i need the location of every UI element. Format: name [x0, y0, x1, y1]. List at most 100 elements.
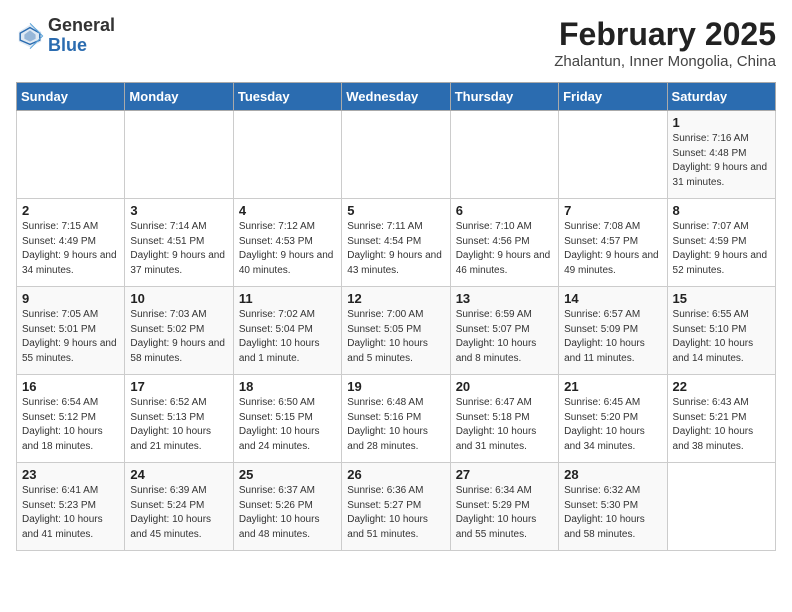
- calendar-cell: 26Sunrise: 6:36 AM Sunset: 5:27 PM Dayli…: [342, 463, 450, 551]
- day-number: 2: [22, 203, 119, 218]
- day-info: Sunrise: 6:32 AM Sunset: 5:30 PM Dayligh…: [564, 484, 661, 542]
- calendar-cell: 5Sunrise: 7:11 AM Sunset: 4:54 PM Daylig…: [342, 199, 450, 287]
- calendar-cell: 11 Sunrise: 7:02 AM Sunset: 5:04 PM Dayli…: [233, 287, 341, 375]
- weekday-header-thursday: Thursday: [450, 83, 558, 111]
- calendar-cell: 14 Sunrise: 6:57 AM Sunset: 5:09 PM Dayli…: [559, 287, 667, 375]
- logo: General Blue: [16, 16, 115, 56]
- calendar-cell: 16 Sunrise: 6:54 AM Sunset: 5:12 PM Dayli…: [17, 375, 125, 463]
- day-number: 7: [564, 203, 661, 218]
- calendar-cell: [125, 111, 233, 199]
- day-number: 21: [564, 379, 661, 394]
- day-info: Sunrise: 7:12 AM Sunset: 4:53 PM Dayligh…: [239, 220, 336, 278]
- day-info: Sunrise: 6:39 AM Sunset: 5:24 PM Dayligh…: [130, 484, 227, 542]
- logo-icon: [16, 22, 44, 50]
- calendar-cell: 1 Sunrise: 7:16 AM Sunset: 4:48 PM Daylig…: [667, 111, 775, 199]
- title-block: February 2025 Zhalantun, Inner Mongolia,…: [554, 16, 776, 70]
- day-number: 10: [130, 291, 227, 306]
- day-number: 16: [22, 379, 119, 394]
- calendar-cell: [667, 463, 775, 551]
- day-number: 22: [673, 379, 770, 394]
- day-number: 20: [456, 379, 553, 394]
- calendar-cell: 20 Sunrise: 6:47 AM Sunset: 5:18 PM Dayli…: [450, 375, 558, 463]
- day-number: 24: [130, 467, 227, 482]
- calendar-subtitle: Zhalantun, Inner Mongolia, China: [554, 53, 776, 70]
- day-number: 6: [456, 203, 553, 218]
- day-info: Sunrise: 6:57 AM Sunset: 5:09 PM Dayligh…: [564, 308, 661, 366]
- day-number: 23: [22, 467, 119, 482]
- day-info: Sunrise: 6:55 AM Sunset: 5:10 PM Dayligh…: [673, 308, 770, 366]
- calendar-cell: 12Sunrise: 7:00 AM Sunset: 5:05 PM Dayli…: [342, 287, 450, 375]
- calendar-cell: 2Sunrise: 7:15 AM Sunset: 4:49 PM Daylig…: [17, 199, 125, 287]
- calendar-cell: 7 Sunrise: 7:08 AM Sunset: 4:57 PM Daylig…: [559, 199, 667, 287]
- calendar-cell: [450, 111, 558, 199]
- calendar-cell: 13Sunrise: 6:59 AM Sunset: 5:07 PM Dayli…: [450, 287, 558, 375]
- weekday-header-sunday: Sunday: [17, 83, 125, 111]
- day-info: Sunrise: 6:45 AM Sunset: 5:20 PM Dayligh…: [564, 396, 661, 454]
- day-info: Sunrise: 6:59 AM Sunset: 5:07 PM Dayligh…: [456, 308, 553, 366]
- calendar-cell: [17, 111, 125, 199]
- day-number: 18: [239, 379, 336, 394]
- calendar-cell: 27 Sunrise: 6:34 AM Sunset: 5:29 PM Dayli…: [450, 463, 558, 551]
- day-number: 5: [347, 203, 444, 218]
- day-number: 3: [130, 203, 227, 218]
- day-info: Sunrise: 7:02 AM Sunset: 5:04 PM Dayligh…: [239, 308, 336, 366]
- day-info: Sunrise: 6:34 AM Sunset: 5:29 PM Dayligh…: [456, 484, 553, 542]
- day-info: Sunrise: 7:07 AM Sunset: 4:59 PM Dayligh…: [673, 220, 770, 278]
- day-info: Sunrise: 7:05 AM Sunset: 5:01 PM Dayligh…: [22, 308, 119, 366]
- calendar-cell: 9Sunrise: 7:05 AM Sunset: 5:01 PM Daylig…: [17, 287, 125, 375]
- day-number: 8: [673, 203, 770, 218]
- calendar-cell: 15 Sunrise: 6:55 AM Sunset: 5:10 PM Dayli…: [667, 287, 775, 375]
- day-info: Sunrise: 6:54 AM Sunset: 5:12 PM Dayligh…: [22, 396, 119, 454]
- weekday-header-tuesday: Tuesday: [233, 83, 341, 111]
- calendar-cell: [233, 111, 341, 199]
- day-info: Sunrise: 7:14 AM Sunset: 4:51 PM Dayligh…: [130, 220, 227, 278]
- calendar-cell: 22 Sunrise: 6:43 AM Sunset: 5:21 PM Dayli…: [667, 375, 775, 463]
- calendar-cell: 28 Sunrise: 6:32 AM Sunset: 5:30 PM Dayli…: [559, 463, 667, 551]
- calendar-cell: [342, 111, 450, 199]
- day-info: Sunrise: 6:41 AM Sunset: 5:23 PM Dayligh…: [22, 484, 119, 542]
- day-info: Sunrise: 7:03 AM Sunset: 5:02 PM Dayligh…: [130, 308, 227, 366]
- calendar-body: 1 Sunrise: 7:16 AM Sunset: 4:48 PM Daylig…: [17, 111, 776, 551]
- page-header: General Blue February 2025 Zhalantun, In…: [16, 16, 776, 70]
- calendar-week-row: 23 Sunrise: 6:41 AM Sunset: 5:23 PM Dayli…: [17, 463, 776, 551]
- day-number: 25: [239, 467, 336, 482]
- day-info: Sunrise: 7:00 AM Sunset: 5:05 PM Dayligh…: [347, 308, 444, 366]
- calendar-week-row: 16 Sunrise: 6:54 AM Sunset: 5:12 PM Dayli…: [17, 375, 776, 463]
- day-info: Sunrise: 6:47 AM Sunset: 5:18 PM Dayligh…: [456, 396, 553, 454]
- weekday-header-wednesday: Wednesday: [342, 83, 450, 111]
- day-info: Sunrise: 7:08 AM Sunset: 4:57 PM Dayligh…: [564, 220, 661, 278]
- day-number: 17: [130, 379, 227, 394]
- weekday-header-saturday: Saturday: [667, 83, 775, 111]
- calendar-cell: 19 Sunrise: 6:48 AM Sunset: 5:16 PM Dayli…: [342, 375, 450, 463]
- day-number: 28: [564, 467, 661, 482]
- calendar-title: February 2025: [554, 16, 776, 53]
- day-info: Sunrise: 6:43 AM Sunset: 5:21 PM Dayligh…: [673, 396, 770, 454]
- day-info: Sunrise: 6:37 AM Sunset: 5:26 PM Dayligh…: [239, 484, 336, 542]
- calendar-cell: 4 Sunrise: 7:12 AM Sunset: 4:53 PM Daylig…: [233, 199, 341, 287]
- weekday-header-friday: Friday: [559, 83, 667, 111]
- calendar-cell: 3 Sunrise: 7:14 AM Sunset: 4:51 PM Daylig…: [125, 199, 233, 287]
- day-number: 26: [347, 467, 444, 482]
- day-number: 11: [239, 291, 336, 306]
- day-number: 27: [456, 467, 553, 482]
- calendar-week-row: 1 Sunrise: 7:16 AM Sunset: 4:48 PM Daylig…: [17, 111, 776, 199]
- day-info: Sunrise: 6:52 AM Sunset: 5:13 PM Dayligh…: [130, 396, 227, 454]
- day-number: 19: [347, 379, 444, 394]
- day-info: Sunrise: 7:10 AM Sunset: 4:56 PM Dayligh…: [456, 220, 553, 278]
- weekday-header-monday: Monday: [125, 83, 233, 111]
- day-number: 14: [564, 291, 661, 306]
- calendar-cell: 8 Sunrise: 7:07 AM Sunset: 4:59 PM Daylig…: [667, 199, 775, 287]
- calendar-week-row: 9Sunrise: 7:05 AM Sunset: 5:01 PM Daylig…: [17, 287, 776, 375]
- day-number: 15: [673, 291, 770, 306]
- weekday-header-row: SundayMondayTuesdayWednesdayThursdayFrid…: [17, 83, 776, 111]
- calendar-cell: 23 Sunrise: 6:41 AM Sunset: 5:23 PM Dayli…: [17, 463, 125, 551]
- day-number: 4: [239, 203, 336, 218]
- calendar-cell: 18Sunrise: 6:50 AM Sunset: 5:15 PM Dayli…: [233, 375, 341, 463]
- calendar-cell: 6 Sunrise: 7:10 AM Sunset: 4:56 PM Daylig…: [450, 199, 558, 287]
- day-info: Sunrise: 6:48 AM Sunset: 5:16 PM Dayligh…: [347, 396, 444, 454]
- day-number: 1: [673, 115, 770, 130]
- calendar-header: SundayMondayTuesdayWednesdayThursdayFrid…: [17, 83, 776, 111]
- calendar-cell: [559, 111, 667, 199]
- day-info: Sunrise: 7:16 AM Sunset: 4:48 PM Dayligh…: [673, 132, 770, 190]
- calendar-cell: 25 Sunrise: 6:37 AM Sunset: 5:26 PM Dayli…: [233, 463, 341, 551]
